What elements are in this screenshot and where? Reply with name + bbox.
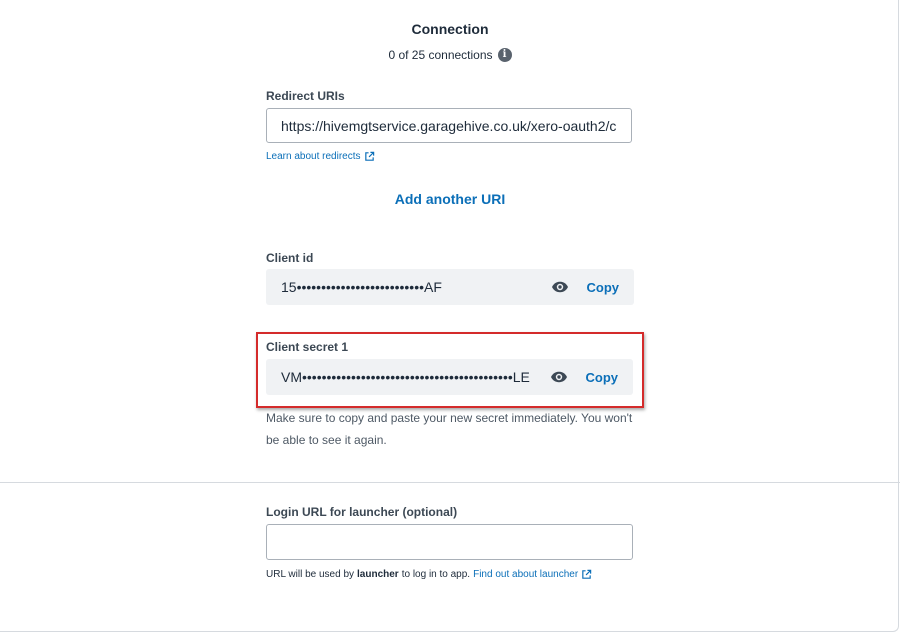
client-secret-field: VM••••••••••••••••••••••••••••••••••••••…: [266, 359, 633, 395]
find-out-launcher-link[interactable]: Find out about launcher: [473, 569, 578, 580]
eye-icon[interactable]: [550, 371, 568, 383]
redirect-uri-input[interactable]: [266, 108, 632, 143]
connections-count: 0 of 25 connections i: [0, 48, 900, 62]
page-title: Connection: [411, 21, 489, 37]
external-link-icon: [582, 569, 592, 579]
learn-redirects-link[interactable]: Learn about redirects: [266, 151, 375, 162]
client-id-field: 15••••••••••••••••••••••••••AF Copy: [266, 269, 634, 305]
add-another-uri-button[interactable]: Add another URI: [0, 191, 900, 207]
launcher-hint-bold: launcher: [357, 569, 399, 580]
launcher-url-label: Login URL for launcher (optional): [266, 505, 458, 519]
redirect-uris-label: Redirect URIs: [266, 89, 345, 103]
launcher-hint-prefix: URL will be used by: [266, 569, 355, 580]
client-secret-value: VM••••••••••••••••••••••••••••••••••••••…: [281, 369, 530, 385]
launcher-hint: URL will be used by launcher to log in t…: [266, 569, 592, 580]
client-secret-label: Client secret 1: [266, 340, 349, 354]
client-id-label: Client id: [266, 251, 314, 265]
info-icon[interactable]: i: [497, 48, 512, 62]
connections-count-text: 0 of 25 connections: [388, 48, 493, 62]
section-divider: [0, 482, 900, 483]
copy-client-secret-button[interactable]: Copy: [586, 370, 619, 385]
eye-icon[interactable]: [551, 281, 569, 293]
secret-helper-text: Make sure to copy and paste your new sec…: [266, 411, 633, 447]
copy-client-id-button[interactable]: Copy: [587, 280, 620, 295]
launcher-url-input[interactable]: [266, 524, 633, 560]
external-link-icon: [364, 151, 374, 161]
client-id-value: 15••••••••••••••••••••••••••AF: [281, 279, 442, 295]
learn-redirects-text[interactable]: Learn about redirects: [266, 151, 361, 162]
launcher-hint-suffix: to log in to app.: [401, 569, 471, 580]
